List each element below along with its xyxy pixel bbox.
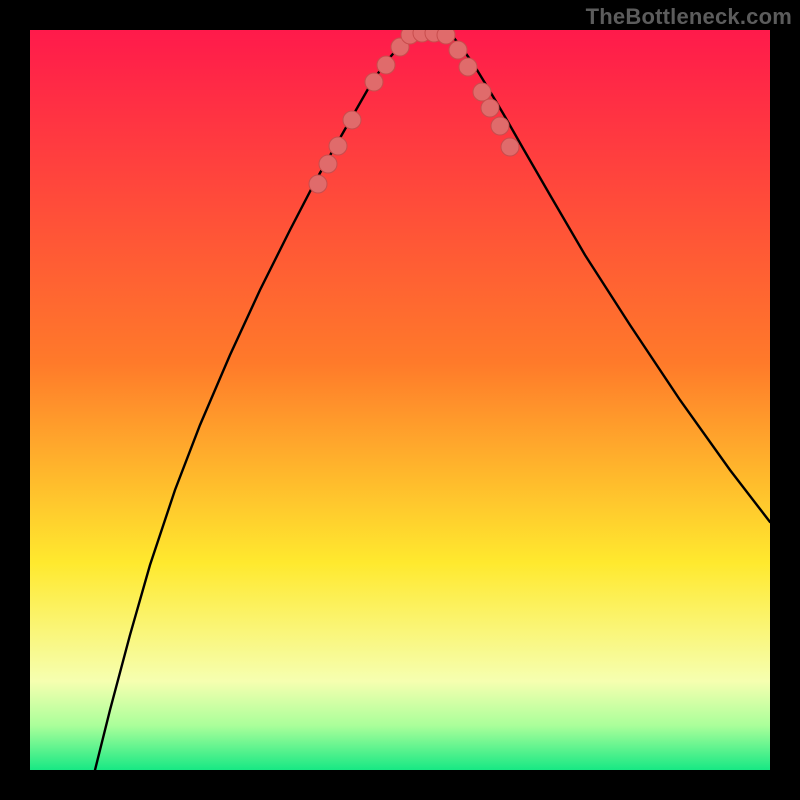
data-point	[491, 117, 509, 135]
data-point	[473, 83, 491, 101]
data-point	[459, 58, 477, 76]
data-point	[319, 155, 337, 173]
data-point	[343, 111, 361, 129]
curve-left-curve	[95, 32, 412, 770]
data-point	[377, 56, 395, 74]
watermark-text: TheBottleneck.com	[586, 4, 792, 30]
curve-group	[95, 32, 770, 770]
data-point	[309, 175, 327, 193]
data-point	[481, 99, 499, 117]
plot-area	[30, 30, 770, 770]
dot-group	[309, 30, 519, 193]
data-point	[437, 30, 455, 44]
data-point	[449, 41, 467, 59]
curve-layer	[30, 30, 770, 770]
data-point	[329, 137, 347, 155]
data-point	[365, 73, 383, 91]
data-point	[501, 138, 519, 156]
chart-frame: TheBottleneck.com	[0, 0, 800, 800]
